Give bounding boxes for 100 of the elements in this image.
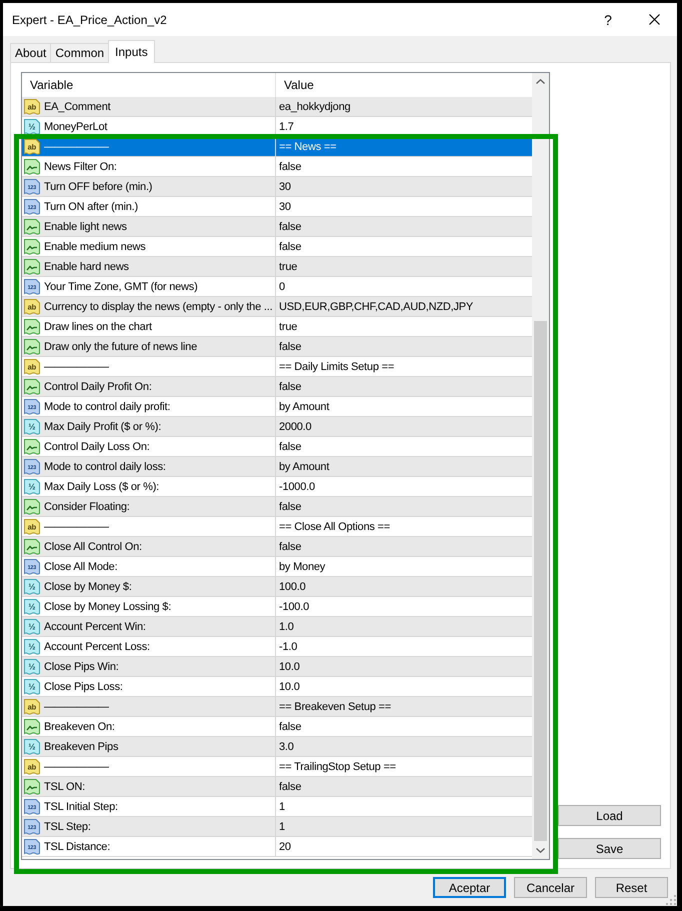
- parameter-value: true: [279, 260, 298, 274]
- fraction-icon: ½: [24, 638, 40, 654]
- table-row[interactable]: ½ Close by Money $: 100.0: [22, 577, 532, 597]
- table-row[interactable]: Draw only the future of news line false: [22, 337, 532, 357]
- resize-grip-icon: [666, 895, 676, 905]
- table-row[interactable]: Enable medium news false: [22, 237, 532, 257]
- table-row[interactable]: Draw lines on the chart true: [22, 317, 532, 337]
- table-row[interactable]: ½ Account Percent Loss: -1.0: [22, 637, 532, 657]
- table-row[interactable]: Consider Floating: false: [22, 497, 532, 517]
- chevron-down-icon: [536, 848, 545, 853]
- parameter-value: false: [279, 440, 302, 454]
- tab[interactable]: Inputs: [108, 40, 155, 63]
- table-row[interactable]: TSL ON: false: [22, 777, 532, 797]
- zigzag-icon: [24, 498, 40, 514]
- zigzag-icon: [24, 718, 40, 734]
- parameter-value: 20: [279, 840, 291, 854]
- variable-name: TSL ON:: [44, 780, 85, 794]
- dialog-button[interactable]: Load: [558, 805, 661, 826]
- table-row[interactable]: Control Daily Loss On: false: [22, 437, 532, 457]
- help-button[interactable]: ?: [585, 3, 631, 36]
- variable-name: Close Pips Win:: [44, 660, 119, 674]
- parameter-value: -1.0: [279, 640, 298, 654]
- table-row[interactable]: Enable hard news true: [22, 257, 532, 277]
- parameter-value: 1: [279, 820, 285, 834]
- variable-name: Mode to control daily profit:: [44, 400, 170, 414]
- parameter-value: == Breakeven Setup ==: [279, 700, 391, 714]
- variable-name: Close All Mode:: [44, 560, 118, 574]
- column-header[interactable]: Value: [276, 73, 532, 97]
- variable-name: Close All Control On:: [44, 540, 142, 554]
- parameter-value: 1.0: [279, 620, 294, 634]
- table-row[interactable]: ½ Breakeven Pips 3.0: [22, 737, 532, 757]
- fraction-icon: ½: [24, 678, 40, 694]
- fraction-icon: ½: [24, 578, 40, 594]
- close-icon: [648, 14, 660, 25]
- parameter-value: 2000.0: [279, 420, 312, 434]
- parameter-value: 10.0: [279, 680, 300, 694]
- zigzag-icon: [24, 438, 40, 454]
- variable-name: Close by Money $:: [44, 580, 132, 594]
- parameter-value: false: [279, 380, 302, 394]
- table-row[interactable]: Close All Control On: false: [22, 537, 532, 557]
- dialog-button[interactable]: Aceptar: [433, 877, 506, 898]
- variable-name: TSL Initial Step:: [44, 800, 118, 814]
- variable-name: Close Pips Loss:: [44, 680, 123, 694]
- variable-name: Draw only the future of news line: [44, 340, 197, 354]
- zigzag-icon: [24, 538, 40, 554]
- variable-name: TSL Distance:: [44, 840, 110, 854]
- table-row[interactable]: ½ Account Percent Win: 1.0: [22, 617, 532, 637]
- variable-name: Close by Money Lossing $:: [44, 600, 172, 614]
- variable-name: ——————: [44, 700, 109, 714]
- parameter-value: false: [279, 500, 302, 514]
- fraction-icon: ½: [24, 618, 40, 634]
- table-row[interactable]: ½ Close Pips Loss: 10.0: [22, 677, 532, 697]
- fraction-icon: ½: [24, 738, 40, 754]
- fraction-icon: ½: [24, 418, 40, 434]
- table-row[interactable]: Control Daily Profit On: false: [22, 377, 532, 397]
- dialog-button[interactable]: Reset: [595, 877, 668, 898]
- parameter-value: == Close All Options ==: [279, 520, 390, 534]
- variable-name: TSL Step:: [44, 820, 91, 834]
- tab[interactable]: About: [10, 43, 52, 62]
- parameter-value: true: [279, 320, 298, 334]
- zigzag-icon: [24, 158, 40, 174]
- variable-name: News Filter On:: [44, 160, 117, 174]
- parameter-value: 3.0: [279, 740, 294, 754]
- dialog-button[interactable]: Cancelar: [514, 877, 587, 898]
- window-title: Expert - EA_Price_Action_v2: [11, 12, 168, 26]
- parameter-value: == News ==: [279, 140, 336, 154]
- zigzag-icon: [24, 318, 40, 334]
- scrollbar-thumb[interactable]: [534, 321, 547, 841]
- parameter-value: by Money: [279, 560, 326, 574]
- variable-name: Mode to control daily loss:: [44, 460, 166, 474]
- table-row[interactable]: ½ Max Daily Profit ($ or %): 2000.0: [22, 417, 532, 437]
- variable-name: Breakeven Pips: [44, 740, 118, 754]
- parameter-value: == Daily Limits Setup ==: [279, 360, 394, 374]
- table-row[interactable]: ½ Close Pips Win: 10.0: [22, 657, 532, 677]
- zigzag-icon: [24, 218, 40, 234]
- fraction-icon: ½: [24, 118, 40, 134]
- variable-name: Control Daily Profit On:: [44, 380, 152, 394]
- variable-name: Control Daily Loss On:: [44, 440, 150, 454]
- fraction-icon: ½: [24, 478, 40, 494]
- variable-name: Your Time Zone, GMT (for news): [44, 280, 198, 294]
- variable-name: EA_Comment: [44, 100, 110, 114]
- parameter-value: 10.0: [279, 660, 300, 674]
- zigzag-icon: [24, 778, 40, 794]
- variable-name: Max Daily Profit ($ or %):: [44, 420, 162, 434]
- table-row[interactable]: News Filter On: false: [22, 157, 532, 177]
- table-row[interactable]: ½ Close by Money Lossing $: -100.0: [22, 597, 532, 617]
- variable-name: Enable medium news: [44, 240, 146, 254]
- table-row[interactable]: ½ Max Daily Loss ($ or %): -1000.0: [22, 477, 532, 497]
- variable-name: ——————: [44, 520, 109, 534]
- parameter-value: false: [279, 720, 302, 734]
- parameter-value: -1000.0: [279, 480, 315, 494]
- variable-name: Consider Floating:: [44, 500, 130, 514]
- parameter-value: 30: [279, 200, 291, 214]
- dialog-button[interactable]: Save: [558, 838, 661, 859]
- parameter-value: by Amount: [279, 460, 330, 474]
- table-row[interactable]: Enable light news false: [22, 217, 532, 237]
- variable-name: Draw lines on the chart: [44, 320, 152, 334]
- table-row[interactable]: Breakeven On: false: [22, 717, 532, 737]
- chevron-up-icon: [536, 79, 545, 84]
- parameter-value: by Amount: [279, 400, 330, 414]
